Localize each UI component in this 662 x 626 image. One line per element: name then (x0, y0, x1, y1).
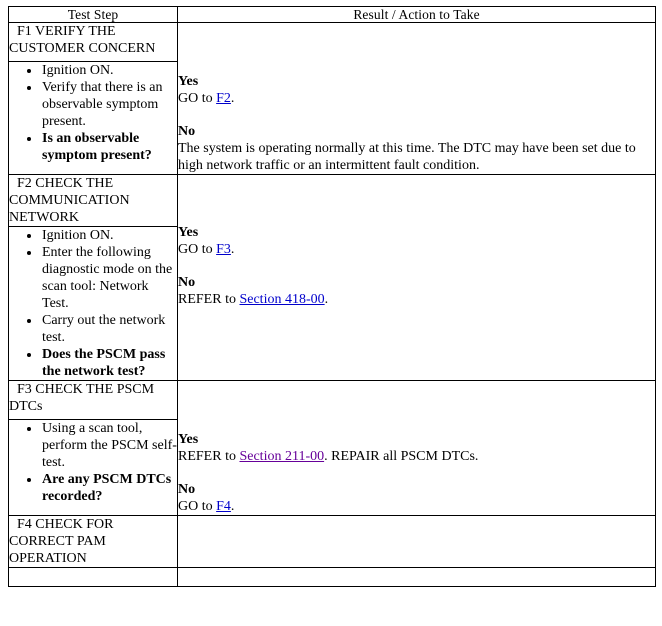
table-header-row: Test Step Result / Action to Take (8, 6, 656, 23)
result-spacer (178, 23, 655, 73)
result-gap (178, 465, 655, 481)
document-page: Test Step Result / Action to Take F1 VER… (0, 0, 662, 626)
result-branch-no: No (178, 482, 196, 497)
step-title-f3: F3 CHECK THE PSCM DTCs (8, 379, 178, 421)
result-no-prefix: GO to (178, 499, 217, 514)
result-yes-line: GO to F2. (178, 90, 655, 107)
result-gap (178, 258, 655, 274)
step-body-f2: Ignition ON. Enter the following diagnos… (8, 226, 178, 381)
list-item: Ignition ON. (41, 227, 177, 244)
result-cell-f3: Yes REFER to Section 211-00. REPAIR all … (177, 380, 656, 516)
link-f4[interactable]: F4 (216, 499, 231, 514)
result-no-prefix: REFER to (178, 292, 240, 307)
result-no-suffix: . (324, 292, 329, 307)
step-list-f3: Using a scan tool, perform the PSCM self… (9, 420, 177, 505)
result-spacer (178, 381, 655, 431)
step-body-f3: Using a scan tool, perform the PSCM self… (8, 419, 178, 516)
result-branch-yes: Yes (178, 74, 199, 89)
result-no-suffix: . (230, 499, 235, 514)
result-yes-line: GO to F3. (178, 241, 655, 258)
list-item: Is an observable symptom present? (41, 130, 177, 164)
result-yes-line: REFER to Section 211-00. REPAIR all PSCM… (178, 448, 655, 465)
result-yes-prefix: REFER to (178, 449, 240, 464)
pinpoint-test-table: Test Step Result / Action to Take F1 VER… (8, 6, 656, 587)
list-item: Verify that there is an observable sympt… (41, 79, 177, 130)
step-body-f1: Ignition ON. Verify that there is an obs… (8, 60, 178, 176)
result-spacer (178, 175, 655, 224)
table-row: F1 VERIFY THE CUSTOMER CONCERN Yes GO to… (8, 22, 656, 175)
result-branch-no: No (178, 275, 196, 290)
link-section-418-00[interactable]: Section 418-00 (239, 292, 324, 307)
column-header-test-step: Test Step (8, 6, 178, 23)
result-yes-suffix: . (230, 242, 235, 257)
step-list-f1: Ignition ON. Verify that there is an obs… (9, 62, 177, 164)
result-cell-f1: Yes GO to F2. No The system is operating… (177, 22, 656, 175)
result-no-line: The system is operating normally at this… (178, 141, 636, 173)
table-row: F3 CHECK THE PSCM DTCs Yes REFER to Sect… (8, 379, 656, 516)
result-no-line: REFER to Section 418-00. (178, 291, 655, 308)
table-row: F2 CHECK THE COMMUNICATION NETWORK Yes G… (8, 174, 656, 381)
result-yes-prefix: GO to (178, 91, 217, 106)
list-item: Ignition ON. (41, 62, 177, 79)
table-row (8, 567, 656, 587)
result-gap (178, 107, 655, 123)
step-title-f4: F4 CHECK FOR CORRECT PAM OPERATION (8, 515, 178, 568)
result-branch-yes: Yes (178, 225, 199, 240)
list-item: Enter the following diagnostic mode on t… (41, 244, 177, 312)
list-item: Carry out the network test. (41, 312, 177, 346)
result-yes-suffix: . REPAIR all PSCM DTCs. (324, 449, 479, 464)
result-yes-suffix: . (230, 91, 235, 106)
result-branch-yes: Yes (178, 432, 199, 447)
result-cell-f2: Yes GO to F3. No REFER to Section 418-00… (177, 174, 656, 381)
result-no-line: GO to F4. (178, 498, 655, 515)
step-title-f2: F2 CHECK THE COMMUNICATION NETWORK (8, 174, 178, 227)
link-section-211-00[interactable]: Section 211-00 (239, 449, 324, 464)
step-title-f1: F1 VERIFY THE CUSTOMER CONCERN (8, 22, 178, 62)
link-f3[interactable]: F3 (216, 242, 231, 257)
list-item: Using a scan tool, perform the PSCM self… (41, 420, 177, 471)
table-row: F4 CHECK FOR CORRECT PAM OPERATION (8, 515, 656, 568)
result-branch-no: No (178, 124, 196, 139)
step-body-f4 (8, 567, 178, 587)
link-f2[interactable]: F2 (216, 91, 231, 106)
list-item: Does the PSCM pass the network test? (41, 346, 177, 380)
column-header-result-action: Result / Action to Take (177, 6, 656, 23)
result-cell-f4-body (177, 567, 656, 587)
list-item: Are any PSCM DTCs recorded? (41, 471, 177, 505)
step-list-f2: Ignition ON. Enter the following diagnos… (9, 227, 177, 380)
result-yes-prefix: GO to (178, 242, 217, 257)
result-cell-f4 (177, 515, 656, 568)
